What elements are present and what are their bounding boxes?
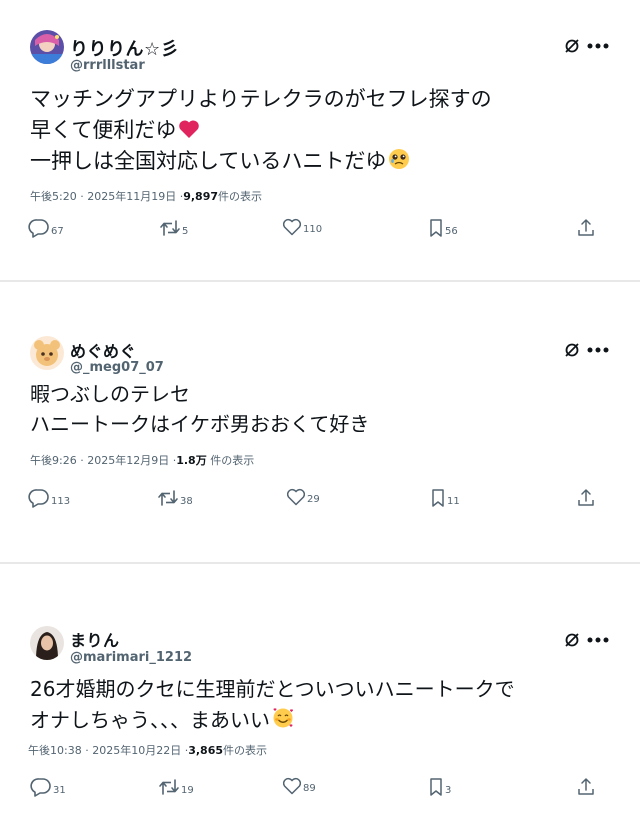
post-text-line: 26才婚期のクセに生理前だとついついハニートークで	[30, 677, 515, 701]
share-icon	[578, 219, 594, 236]
post-date[interactable]: 2025年10月22日	[92, 744, 181, 757]
reply-button[interactable]: 67	[28, 218, 64, 238]
like-icon	[282, 777, 302, 795]
like-button[interactable]: 110	[282, 218, 322, 236]
reply-button[interactable]: 31	[30, 777, 66, 797]
share-button[interactable]	[576, 777, 596, 797]
display-name[interactable]: めぐめぐ	[70, 338, 136, 362]
post-1[interactable]: りりりん☆彡 @rrrlllstar マッチングアプリよりテレクラのがセフレ探す…	[0, 0, 640, 280]
share-button[interactable]	[576, 488, 596, 508]
post-text-fragment: 早くて便利だゆ	[30, 118, 177, 142]
reply-count: 67	[51, 226, 64, 237]
reply-icon	[28, 219, 49, 238]
like-count: 29	[307, 494, 320, 505]
more-icon[interactable]	[586, 636, 610, 644]
meta-separator: ·	[80, 454, 84, 467]
post-text-line: マッチングアプリよりテレクラのがセフレ探すの	[30, 87, 492, 111]
handle[interactable]: @rrrlllstar	[70, 58, 145, 73]
post-time[interactable]: 午後5:20	[30, 190, 77, 203]
view-count: 9,897	[183, 190, 218, 203]
repost-button[interactable]: 19	[158, 777, 194, 797]
like-icon	[282, 218, 302, 236]
handle[interactable]: @marimari_1212	[70, 650, 192, 665]
reply-icon	[30, 778, 51, 797]
bookmark-icon	[430, 219, 442, 237]
post-text-line: 早くて便利だゆ	[30, 115, 492, 146]
bookmark-count: 11	[447, 496, 460, 507]
red-heart-icon	[179, 120, 200, 138]
repost-icon	[159, 779, 179, 795]
share-button[interactable]	[576, 218, 596, 238]
post-date[interactable]: 2025年11月19日	[87, 190, 176, 203]
reply-count: 113	[51, 496, 71, 507]
view-label: 件の表示	[223, 744, 267, 757]
post-meta: 午後10:38 · 2025年10月22日 ·3,865件の表示	[28, 742, 267, 758]
view-count: 3,865	[188, 744, 223, 757]
bookmark-button[interactable]: 56	[428, 218, 458, 238]
post-2[interactable]: めぐめぐ @_meg07_07 暇つぶしのテレセ ハニートークはイケボ男おおくて…	[0, 282, 640, 562]
repost-count: 38	[180, 496, 193, 507]
repost-count: 19	[181, 785, 194, 796]
repost-button[interactable]: 38	[157, 488, 193, 508]
view-count: 1.8万	[176, 454, 207, 467]
like-button[interactable]: 89	[282, 777, 316, 795]
share-icon	[578, 489, 594, 506]
grok-icon[interactable]	[564, 342, 580, 358]
post-text-line: オナしちゃう、、、まあいい	[30, 705, 515, 736]
post-text-line: ハニートークはイケボ男おおくて好き	[30, 412, 370, 436]
bookmark-icon	[432, 489, 444, 507]
post-text: 暇つぶしのテレセ ハニートークはイケボ男おおくて好き	[30, 379, 369, 439]
post-time[interactable]: 午後9:26	[30, 454, 77, 467]
post-date[interactable]: 2025年12月9日	[87, 454, 169, 467]
meta-separator: ·	[80, 190, 84, 203]
reply-count: 31	[53, 785, 66, 796]
action-bar: 67 5 110 56	[0, 218, 640, 242]
share-icon	[578, 778, 594, 795]
post-text: 26才婚期のクセに生理前だとついついハニートークで オナしちゃう、、、まあいい	[30, 674, 515, 736]
repost-icon	[160, 220, 180, 236]
like-icon	[286, 488, 306, 506]
meta-separator: ·	[85, 744, 89, 757]
avatar[interactable]	[30, 626, 64, 660]
post-3[interactable]: まりん @marimari_1212 26才婚期のクセに生理前だとついついハニー…	[0, 564, 640, 839]
handle[interactable]: @_meg07_07	[70, 360, 164, 375]
bookmark-count: 56	[445, 226, 458, 237]
post-meta: 午後9:26 · 2025年12月9日 ·1.8万 件の表示	[30, 452, 254, 468]
grok-icon[interactable]	[564, 632, 580, 648]
pleading-face-icon	[389, 149, 410, 169]
post-text-fragment: 一押しは全国対応しているハニトだゆ	[30, 149, 387, 173]
repost-count: 5	[182, 226, 189, 237]
view-label: 件の表示	[218, 190, 262, 203]
action-bar: 113 38 29 11	[0, 488, 640, 512]
bookmark-count: 3	[445, 785, 452, 796]
reply-icon	[28, 489, 49, 508]
like-count: 89	[303, 783, 316, 794]
avatar[interactable]	[30, 336, 64, 370]
more-icon[interactable]	[586, 346, 610, 354]
avatar[interactable]	[30, 30, 64, 64]
post-meta: 午後5:20 · 2025年11月19日 ·9,897件の表示	[30, 188, 262, 204]
post-text-fragment: オナしちゃう、、、まあいい	[30, 708, 270, 732]
repost-button[interactable]: 5	[159, 218, 188, 238]
bookmark-button[interactable]: 11	[430, 488, 460, 508]
action-bar: 31 19 89 3	[0, 777, 640, 801]
more-icon[interactable]	[586, 42, 610, 50]
post-time[interactable]: 午後10:38	[28, 744, 82, 757]
like-count: 110	[303, 224, 323, 235]
repost-icon	[158, 490, 178, 506]
smiling-face-with-hearts-icon	[273, 708, 294, 728]
reply-button[interactable]: 113	[28, 488, 70, 508]
post-text: マッチングアプリよりテレクラのがセフレ探すの 早くて便利だゆ 一押しは全国対応し…	[30, 84, 492, 177]
grok-icon[interactable]	[564, 38, 580, 54]
view-label: 件の表示	[210, 454, 255, 467]
post-text-line: 一押しは全国対応しているハニトだゆ	[30, 146, 492, 177]
bookmark-icon	[430, 778, 442, 796]
bookmark-button[interactable]: 3	[428, 777, 451, 797]
display-name[interactable]: まりん	[70, 627, 120, 651]
like-button[interactable]: 29	[286, 488, 320, 506]
post-text-line: 暇つぶしのテレセ	[30, 382, 190, 406]
